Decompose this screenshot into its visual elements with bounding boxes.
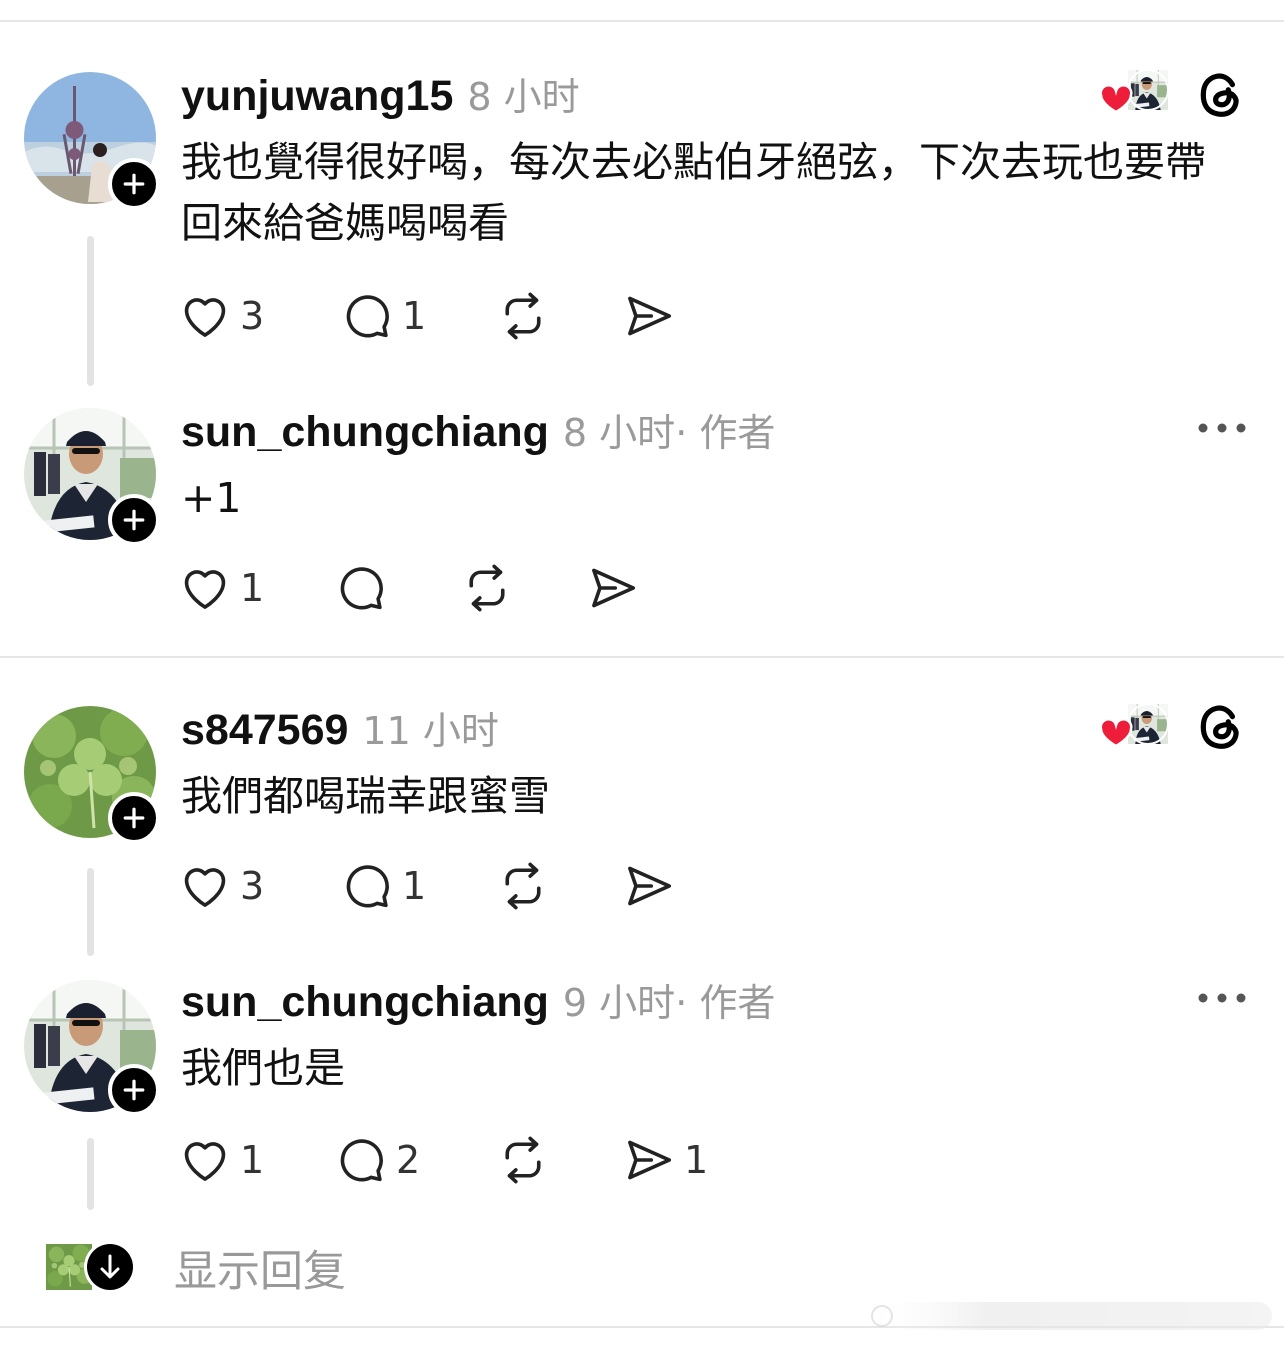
repost-button[interactable] xyxy=(496,858,550,914)
username[interactable]: yunjuwang15 xyxy=(181,72,453,121)
comment-text: 我也覺得很好喝，每次去必點伯牙絕弦，下次去玩也要帶回來給爸媽喝喝看 xyxy=(181,138,1206,247)
heart-icon xyxy=(1099,84,1133,114)
like-count: 3 xyxy=(240,864,265,908)
top-divider xyxy=(0,20,1284,22)
follow-button[interactable] xyxy=(108,158,160,210)
plus-icon xyxy=(119,803,149,833)
timestamp: 9 小时 xyxy=(562,981,676,1025)
username[interactable]: sun_chungchiang xyxy=(181,978,549,1027)
comment-text: 我們都喝瑞幸跟蜜雪 xyxy=(181,772,550,820)
comment-icon xyxy=(340,289,394,343)
share-count: 1 xyxy=(684,1138,709,1182)
comment-text: 我們也是 xyxy=(181,1044,345,1092)
comment-icon xyxy=(334,561,388,615)
share-icon xyxy=(622,1133,676,1187)
reply-button[interactable]: 1 xyxy=(340,858,426,914)
plus-icon xyxy=(119,169,149,199)
share-icon xyxy=(622,859,676,913)
like-button[interactable]: 1 xyxy=(178,1132,264,1188)
author-badge: · 作者 xyxy=(675,411,776,455)
username[interactable]: sun_chungchiang xyxy=(181,408,549,457)
reply-count: 2 xyxy=(396,1138,421,1182)
share-icon xyxy=(622,289,676,343)
timestamp: 8 小时 xyxy=(562,411,676,455)
comment-icon xyxy=(334,1133,388,1187)
like-button[interactable]: 3 xyxy=(178,288,264,344)
timestamp: 8 小时 xyxy=(467,75,580,119)
thread-divider xyxy=(0,656,1284,658)
thread-line xyxy=(87,236,94,386)
share-button[interactable]: 1 xyxy=(622,1132,708,1188)
plus-icon xyxy=(119,505,149,535)
heart-icon xyxy=(178,1133,232,1187)
thread-line xyxy=(87,1138,94,1210)
username[interactable]: s847569 xyxy=(181,706,348,755)
comment-header: sun_chungchiang 8 小时 · 作者 xyxy=(181,402,775,456)
like-count: 1 xyxy=(240,1138,265,1182)
author-badge: · 作者 xyxy=(675,981,776,1025)
heart-icon xyxy=(178,561,232,615)
heart-icon xyxy=(1099,718,1133,748)
follow-button[interactable] xyxy=(108,1064,160,1116)
like-button[interactable]: 1 xyxy=(178,560,264,616)
like-button[interactable]: 3 xyxy=(178,858,264,914)
repost-icon xyxy=(496,1133,550,1187)
comment-header: sun_chungchiang 9 小时 · 作者 xyxy=(181,972,775,1026)
thread-line xyxy=(87,868,94,956)
author-liked-indicator xyxy=(1096,66,1176,122)
show-replies-label: 显示回复 xyxy=(174,1247,346,1297)
reply-button[interactable]: 1 xyxy=(340,288,426,344)
comment-header: yunjuwang15 8 小时 xyxy=(181,66,580,120)
comment-icon xyxy=(340,859,394,913)
share-button[interactable] xyxy=(622,858,676,914)
repost-icon xyxy=(496,289,550,343)
show-replies-button[interactable]: 显示回复 xyxy=(46,1240,346,1297)
watermark xyxy=(862,1302,1272,1330)
more-icon[interactable] xyxy=(1198,988,1246,1008)
like-count: 1 xyxy=(240,566,265,610)
repost-button[interactable] xyxy=(496,1132,550,1188)
share-icon xyxy=(586,561,640,615)
threads-icon[interactable] xyxy=(1196,702,1246,752)
follow-button[interactable] xyxy=(108,792,160,844)
comment-text: +1 xyxy=(181,474,242,522)
reply-avatars xyxy=(46,1242,136,1293)
reply-button[interactable] xyxy=(334,560,388,616)
share-button[interactable] xyxy=(622,288,676,344)
follow-button[interactable] xyxy=(108,494,160,546)
repost-icon xyxy=(460,561,514,615)
heart-icon xyxy=(178,859,232,913)
share-button[interactable] xyxy=(586,560,640,616)
reply-button[interactable]: 2 xyxy=(334,1132,420,1188)
plus-icon xyxy=(119,1075,149,1105)
timestamp: 11 小时 xyxy=(362,709,499,753)
comment-header: s847569 11 小时 xyxy=(181,700,499,754)
repost-icon xyxy=(496,859,550,913)
heart-icon xyxy=(178,289,232,343)
reply-count: 1 xyxy=(402,864,427,908)
author-liked-indicator xyxy=(1096,700,1176,756)
more-icon[interactable] xyxy=(1198,418,1246,438)
like-count: 3 xyxy=(240,294,265,338)
reply-count: 1 xyxy=(402,294,427,338)
threads-icon[interactable] xyxy=(1196,70,1246,120)
repost-button[interactable] xyxy=(460,560,514,616)
repost-button[interactable] xyxy=(496,288,550,344)
